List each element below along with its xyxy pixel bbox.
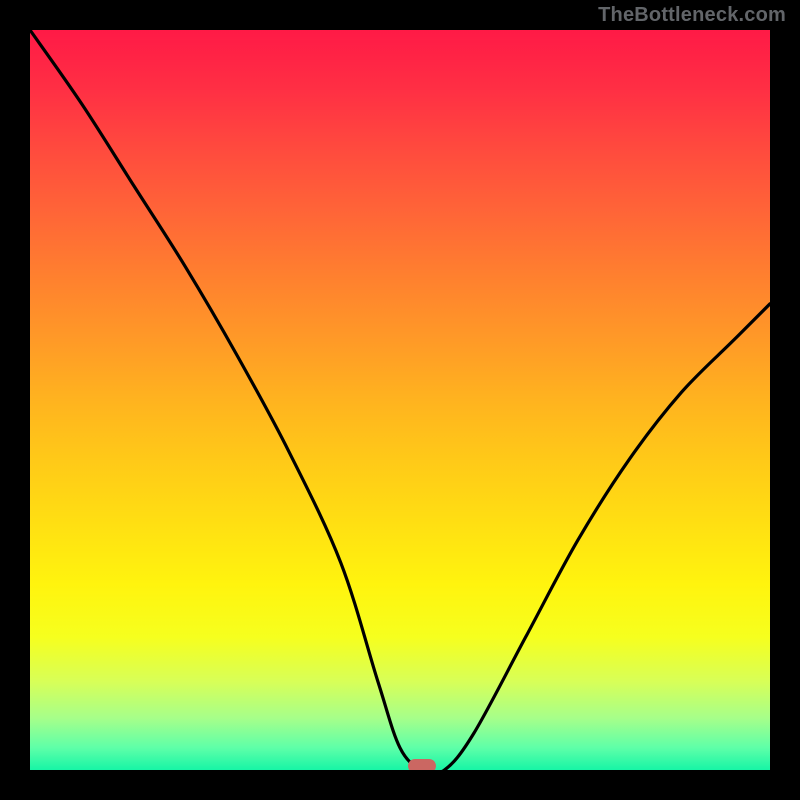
minimum-marker [408,759,436,770]
plot-area [30,30,770,770]
bottleneck-curve [30,30,770,770]
watermark-text: TheBottleneck.com [598,4,786,27]
chart-frame: TheBottleneck.com [0,0,800,800]
